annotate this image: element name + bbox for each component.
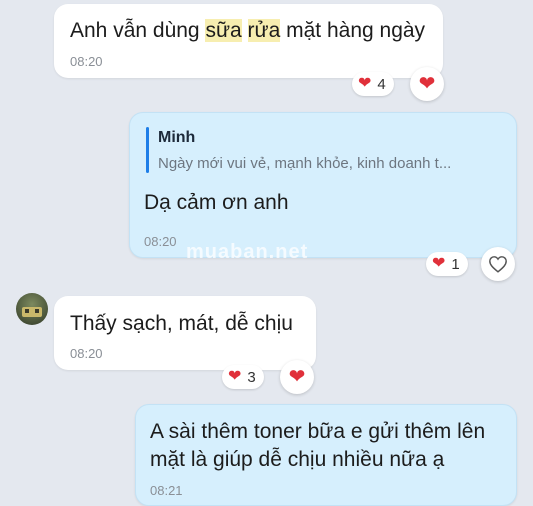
message-text: Dạ cảm ơn anh	[144, 191, 289, 214]
avatar[interactable]	[16, 293, 48, 325]
message-bubble-3[interactable]: Thấy sạch, mát, dễ chịu 08:20	[54, 296, 316, 370]
reaction-summary[interactable]: ❤ 3	[222, 365, 264, 389]
message-bubble-2[interactable]: Minh Ngày mới vui vẻ, mạnh khỏe, kinh do…	[129, 112, 517, 263]
message-text-line-1: A sài thêm toner bữa e gửi thêm lên	[150, 420, 486, 443]
message-bubble-1[interactable]: Anh vẫn dùng sữa rửa mặt hàng ngày 08:20	[54, 4, 443, 78]
heart-icon: ❤	[228, 368, 242, 385]
reaction-count: 1	[451, 255, 460, 273]
reaction-summary[interactable]: ❤ 1	[426, 252, 468, 276]
reply-preview-text: Ngày mới vui vẻ, mạnh khỏe, kinh doanh t…	[158, 155, 452, 172]
watermark: muaban.net	[186, 241, 309, 263]
react-heart-button[interactable]: ❤	[280, 360, 314, 394]
message-bubble-4[interactable]: A sài thêm toner bữa e gửi thêm lên mặt …	[135, 404, 517, 506]
reply-sender-name: Minh	[158, 129, 196, 146]
react-heart-button[interactable]: ❤	[410, 67, 444, 101]
message-text: Anh vẫn dùng sữa rửa mặt hàng ngày	[70, 19, 426, 42]
heart-icon: ❤	[432, 255, 446, 272]
message-time: 08:20	[144, 234, 177, 249]
message-time: 08:21	[150, 483, 183, 498]
react-heart-button[interactable]	[481, 247, 515, 281]
reply-accent-bar	[146, 127, 149, 173]
heart-icon: ❤	[418, 73, 436, 95]
message-text: Thấy sạch, mát, dễ chịu	[70, 312, 293, 335]
reaction-count: 3	[247, 368, 256, 386]
heart-outline-icon	[489, 256, 507, 273]
message-text-line-2: mặt là giúp dễ chịu nhiều nữa ạ	[150, 448, 445, 471]
heart-icon: ❤	[358, 75, 372, 92]
message-time: 08:20	[70, 346, 103, 361]
heart-icon: ❤	[288, 366, 306, 388]
reaction-count: 4	[377, 75, 386, 93]
message-time: 08:20	[70, 54, 103, 69]
reaction-summary[interactable]: ❤ 4	[352, 72, 394, 96]
